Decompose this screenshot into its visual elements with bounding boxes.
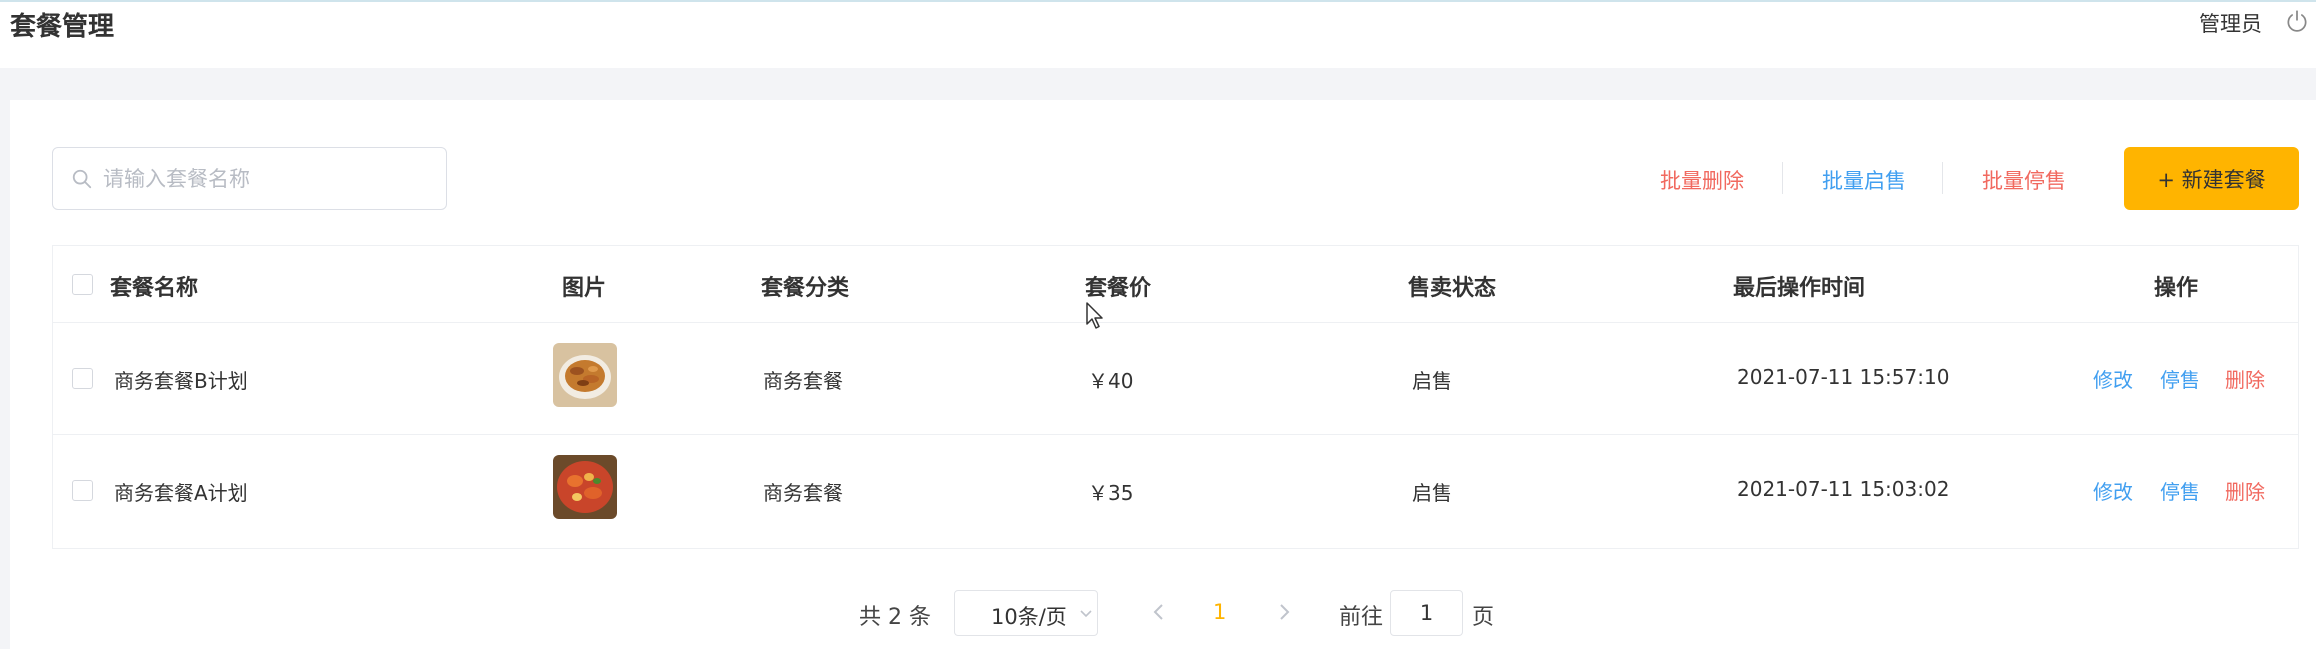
content-card: 批量删除 批量启售 批量停售 + 新建套餐 套餐名称 图片 套餐分类 套餐价 售… xyxy=(10,100,2316,649)
chevron-down-icon xyxy=(1080,610,1092,618)
search-icon xyxy=(72,169,92,189)
delete-button[interactable]: 删除 xyxy=(2225,476,2265,505)
goto-label: 前往 xyxy=(1339,605,1384,630)
search-box xyxy=(52,147,447,210)
user-name[interactable]: 管理员 xyxy=(2199,8,2262,38)
column-header-category: 套餐分类 xyxy=(761,276,850,301)
batch-delete-button[interactable]: 批量删除 xyxy=(1660,165,1744,195)
page-size-select[interactable]: 10条/页 xyxy=(954,590,1098,636)
row-checkbox[interactable] xyxy=(72,480,93,501)
goto-suffix: 页 xyxy=(1472,605,1495,630)
combo-category: 商务套餐 xyxy=(763,481,843,505)
row-checkbox[interactable] xyxy=(72,368,93,389)
divider xyxy=(1782,162,1783,194)
stop-sale-button[interactable]: 停售 xyxy=(2160,364,2200,393)
combo-category: 商务套餐 xyxy=(763,369,843,393)
column-header-status: 售卖状态 xyxy=(1408,276,1497,301)
combo-image xyxy=(553,343,617,407)
divider xyxy=(1942,162,1943,194)
new-combo-button[interactable]: + 新建套餐 xyxy=(2124,147,2299,210)
column-header-actions: 操作 xyxy=(2154,276,2199,301)
stop-sale-button[interactable]: 停售 xyxy=(2160,476,2200,505)
search-input[interactable] xyxy=(103,158,433,200)
column-header-image: 图片 xyxy=(562,276,607,301)
column-header-price: 套餐价 xyxy=(1085,276,1152,301)
column-header-name: 套餐名称 xyxy=(110,276,199,301)
batch-on-sale-button[interactable]: 批量启售 xyxy=(1822,165,1906,195)
table-header: 套餐名称 图片 套餐分类 套餐价 售卖状态 最后操作时间 操作 xyxy=(53,246,2298,323)
table-row: 商务套餐B计划 商务套餐 ￥40 启售 2021-07-11 15:57:10 … xyxy=(53,323,2298,435)
select-all-checkbox[interactable] xyxy=(72,274,93,295)
prev-page-icon[interactable] xyxy=(1149,600,1169,624)
table-row: 商务套餐A计划 商务套餐 ￥35 启售 2021-07-11 15:03:02 … xyxy=(53,435,2298,547)
column-header-updated: 最后操作时间 xyxy=(1733,276,1866,301)
combo-image xyxy=(553,455,617,519)
combo-name: 商务套餐B计划 xyxy=(114,369,248,393)
combo-price: ￥35 xyxy=(1088,481,1134,505)
next-page-icon[interactable] xyxy=(1274,600,1294,624)
delete-button[interactable]: 删除 xyxy=(2225,364,2265,393)
current-page[interactable]: 1 xyxy=(1213,600,1226,624)
top-bar: 套餐管理 管理员 xyxy=(0,0,2316,68)
goto-page-input[interactable] xyxy=(1390,590,1463,636)
total-count: 共 2 条 xyxy=(859,605,931,630)
page-title: 套餐管理 xyxy=(10,12,115,42)
combo-status: 启售 xyxy=(1412,481,1452,505)
edit-button[interactable]: 修改 xyxy=(2093,476,2133,505)
power-icon[interactable] xyxy=(2284,8,2310,34)
combo-updated: 2021-07-11 15:03:02 xyxy=(1737,477,1950,501)
batch-off-sale-button[interactable]: 批量停售 xyxy=(1982,165,2066,195)
pagination: 共 2 条 10条/页 1 前往 页 xyxy=(10,590,2316,640)
combo-updated: 2021-07-11 15:57:10 xyxy=(1737,365,1950,389)
page-size-value: 10条/页 xyxy=(991,605,1067,629)
combo-table: 套餐名称 图片 套餐分类 套餐价 售卖状态 最后操作时间 操作 商务套餐B计划 … xyxy=(52,245,2299,549)
combo-price: ￥40 xyxy=(1088,369,1134,393)
combo-name: 商务套餐A计划 xyxy=(114,481,248,505)
mouse-cursor-icon xyxy=(1086,302,1103,329)
edit-button[interactable]: 修改 xyxy=(2093,364,2133,393)
combo-status: 启售 xyxy=(1412,369,1452,393)
